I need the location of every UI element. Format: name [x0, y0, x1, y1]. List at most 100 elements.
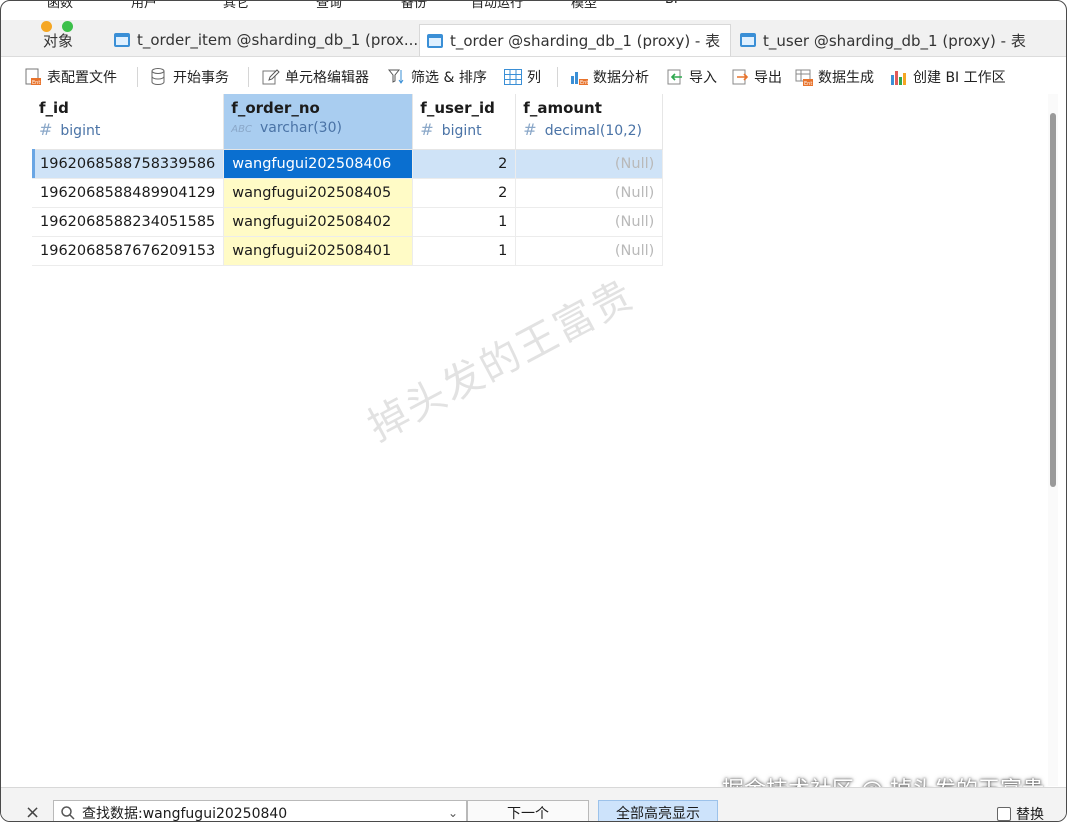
chevron-down-icon[interactable]: ⌄ [448, 806, 458, 820]
tab-t-order[interactable]: t_order @sharding_db_1 (proxy) - 表 [419, 24, 731, 56]
window: 函数 用户 其它 查询 备份 自动运行 模型 BI 对象 t_order_ite… [0, 0, 1067, 822]
cell-f-amount[interactable]: (Null) [515, 149, 664, 179]
analysis-icon: Ent [571, 72, 588, 86]
toolbar-divider [137, 67, 138, 87]
profile-icon: Ent [25, 68, 41, 86]
cell-f-user-id[interactable]: 2 [412, 178, 517, 208]
cell-f-user-id[interactable]: 1 [412, 207, 517, 237]
tab-t-user[interactable]: t_user @sharding_db_1 (proxy) - 表 [733, 24, 1043, 56]
find-input-value: 查找数据:wangfugui20250840 [82, 806, 288, 822]
search-icon [61, 806, 75, 820]
table-row[interactable]: 1962068588758339586 wangfugui202508406 2… [32, 149, 664, 179]
result-table: f_id # bigint f_order_no ABC varchar(30) f… [32, 94, 664, 266]
table-profile-button[interactable]: Ent 表配置文件 [23, 66, 117, 88]
cell-f-id[interactable]: 1962068588489904129 [32, 178, 225, 208]
highlight-all-button[interactable]: 全部高亮显示 [598, 800, 718, 821]
data-analysis-label: 数据分析 [593, 70, 649, 86]
create-bi-workspace-label: 创建 BI 工作区 [913, 70, 1006, 86]
data-analysis-button[interactable]: Ent 数据分析 [569, 66, 649, 88]
tab-bar: 对象 t_order_item @sharding_db_1 (prox... … [1, 20, 1066, 57]
menu-functions[interactable]: 函数 [47, 1, 73, 11]
column-name: f_order_no [231, 99, 320, 117]
svg-text:Ent: Ent [32, 80, 40, 86]
text-type-icon: ABC [231, 124, 252, 135]
column-name: f_id [39, 99, 69, 117]
tab-label: 对象 [43, 31, 74, 50]
menu-model[interactable]: 模型 [571, 1, 597, 11]
number-type-icon: # [420, 120, 434, 139]
header-row: f_id # bigint f_order_no ABC varchar(30) f… [32, 94, 664, 150]
cell-f-user-id[interactable]: 1 [412, 236, 517, 266]
column-header-f-order-no[interactable]: f_order_no ABC varchar(30) [223, 94, 414, 150]
cell-f-id[interactable]: 1962068588234051585 [32, 207, 225, 237]
data-grid: f_id # bigint f_order_no ABC varchar(30) f… [17, 94, 1044, 786]
column-header-f-amount[interactable]: f_amount # decimal(10,2) [515, 94, 664, 150]
cell-f-amount[interactable]: (Null) [515, 236, 664, 266]
number-type-icon: # [523, 120, 537, 139]
tab-label: t_order @sharding_db_1 (proxy) - 表 [450, 32, 721, 50]
table-icon [114, 33, 130, 47]
begin-transaction-label: 开始事务 [173, 70, 229, 86]
cell-f-id[interactable]: 1962068587676209153 [32, 236, 225, 266]
data-generation-label: 数据生成 [818, 70, 874, 86]
menu-query[interactable]: 查询 [316, 1, 342, 11]
table-row[interactable]: 1962068588234051585 wangfugui202508402 1… [32, 207, 664, 237]
close-icon[interactable]: × [25, 802, 40, 821]
table-profile-label: 表配置文件 [47, 70, 117, 86]
export-icon [732, 69, 749, 85]
import-icon [667, 69, 682, 85]
filter-icon [387, 69, 404, 84]
menu-automation[interactable]: 自动运行 [471, 1, 523, 11]
filter-sort-label: 筛选 & 排序 [411, 70, 487, 86]
cell-f-order-no[interactable]: wangfugui202508406 [223, 149, 414, 179]
columns-label: 列 [527, 70, 541, 86]
column-header-f-id[interactable]: f_id # bigint [32, 94, 225, 150]
menu-others[interactable]: 其它 [223, 1, 249, 11]
column-header-f-user-id[interactable]: f_user_id # bigint [412, 94, 517, 150]
cell-editor-button[interactable]: 单元格编辑器 [261, 66, 369, 88]
find-next-button[interactable]: 下一个 [467, 800, 589, 821]
column-name: f_user_id [420, 99, 495, 117]
cell-f-id[interactable]: 1962068588758339586 [32, 149, 225, 179]
cell-editor-label: 单元格编辑器 [285, 70, 369, 86]
menu-users[interactable]: 用户 [131, 1, 157, 11]
cell-f-order-no[interactable]: wangfugui202508401 [223, 236, 414, 266]
import-button[interactable]: 导入 [665, 66, 717, 88]
export-button[interactable]: 导出 [730, 66, 782, 88]
columns-icon [504, 69, 522, 85]
column-type: decimal(10,2) [544, 123, 642, 139]
cell-f-order-no[interactable]: wangfugui202508402 [223, 207, 414, 237]
table-row[interactable]: 1962068588489904129 wangfugui202508405 2… [32, 178, 664, 208]
svg-text:Ent: Ent [580, 80, 588, 86]
column-type: bigint [60, 123, 101, 139]
tab-t-order-item[interactable]: t_order_item @sharding_db_1 (prox... [107, 24, 417, 56]
begin-transaction-button[interactable]: 开始事务 [149, 66, 229, 88]
database-icon [151, 68, 165, 86]
cell-f-amount[interactable]: (Null) [515, 207, 664, 237]
filter-sort-button[interactable]: 筛选 & 排序 [387, 66, 487, 88]
menu-backup[interactable]: 备份 [401, 1, 427, 11]
cell-f-amount[interactable]: (Null) [515, 178, 664, 208]
checkbox-icon [997, 807, 1011, 821]
tab-label: t_order_item @sharding_db_1 (prox... [137, 31, 417, 49]
row-gutter [1, 94, 18, 786]
table-row[interactable]: 1962068587676209153 wangfugui202508401 1… [32, 236, 664, 266]
create-bi-workspace-button[interactable]: 创建 BI 工作区 [889, 66, 1006, 88]
export-label: 导出 [754, 70, 782, 86]
cell-f-user-id[interactable]: 2 [412, 149, 517, 179]
menu-bi[interactable]: BI [665, 1, 678, 7]
bi-chart-icon [891, 71, 906, 85]
tab-label: t_user @sharding_db_1 (proxy) - 表 [763, 31, 1026, 50]
replace-checkbox[interactable]: 替换 [997, 804, 1044, 821]
number-type-icon: # [39, 120, 53, 139]
columns-button[interactable]: 列 [503, 66, 541, 88]
cell-f-order-no[interactable]: wangfugui202508405 [223, 178, 414, 208]
find-input[interactable]: 查找数据:wangfugui20250840 ⌄ [53, 800, 467, 822]
import-label: 导入 [689, 70, 717, 86]
toolbar: Ent 表配置文件 开始事务 单元格编辑器 筛选 & 排序 列 Ent 数据分析… [1, 59, 1066, 95]
column-type: bigint [441, 123, 482, 139]
vertical-scrollbar-thumb[interactable] [1050, 113, 1056, 487]
data-generation-button[interactable]: Ent 数据生成 [794, 66, 874, 88]
pencil-icon [262, 69, 280, 85]
main-menu: 函数 用户 其它 查询 备份 自动运行 模型 BI [1, 1, 1066, 12]
